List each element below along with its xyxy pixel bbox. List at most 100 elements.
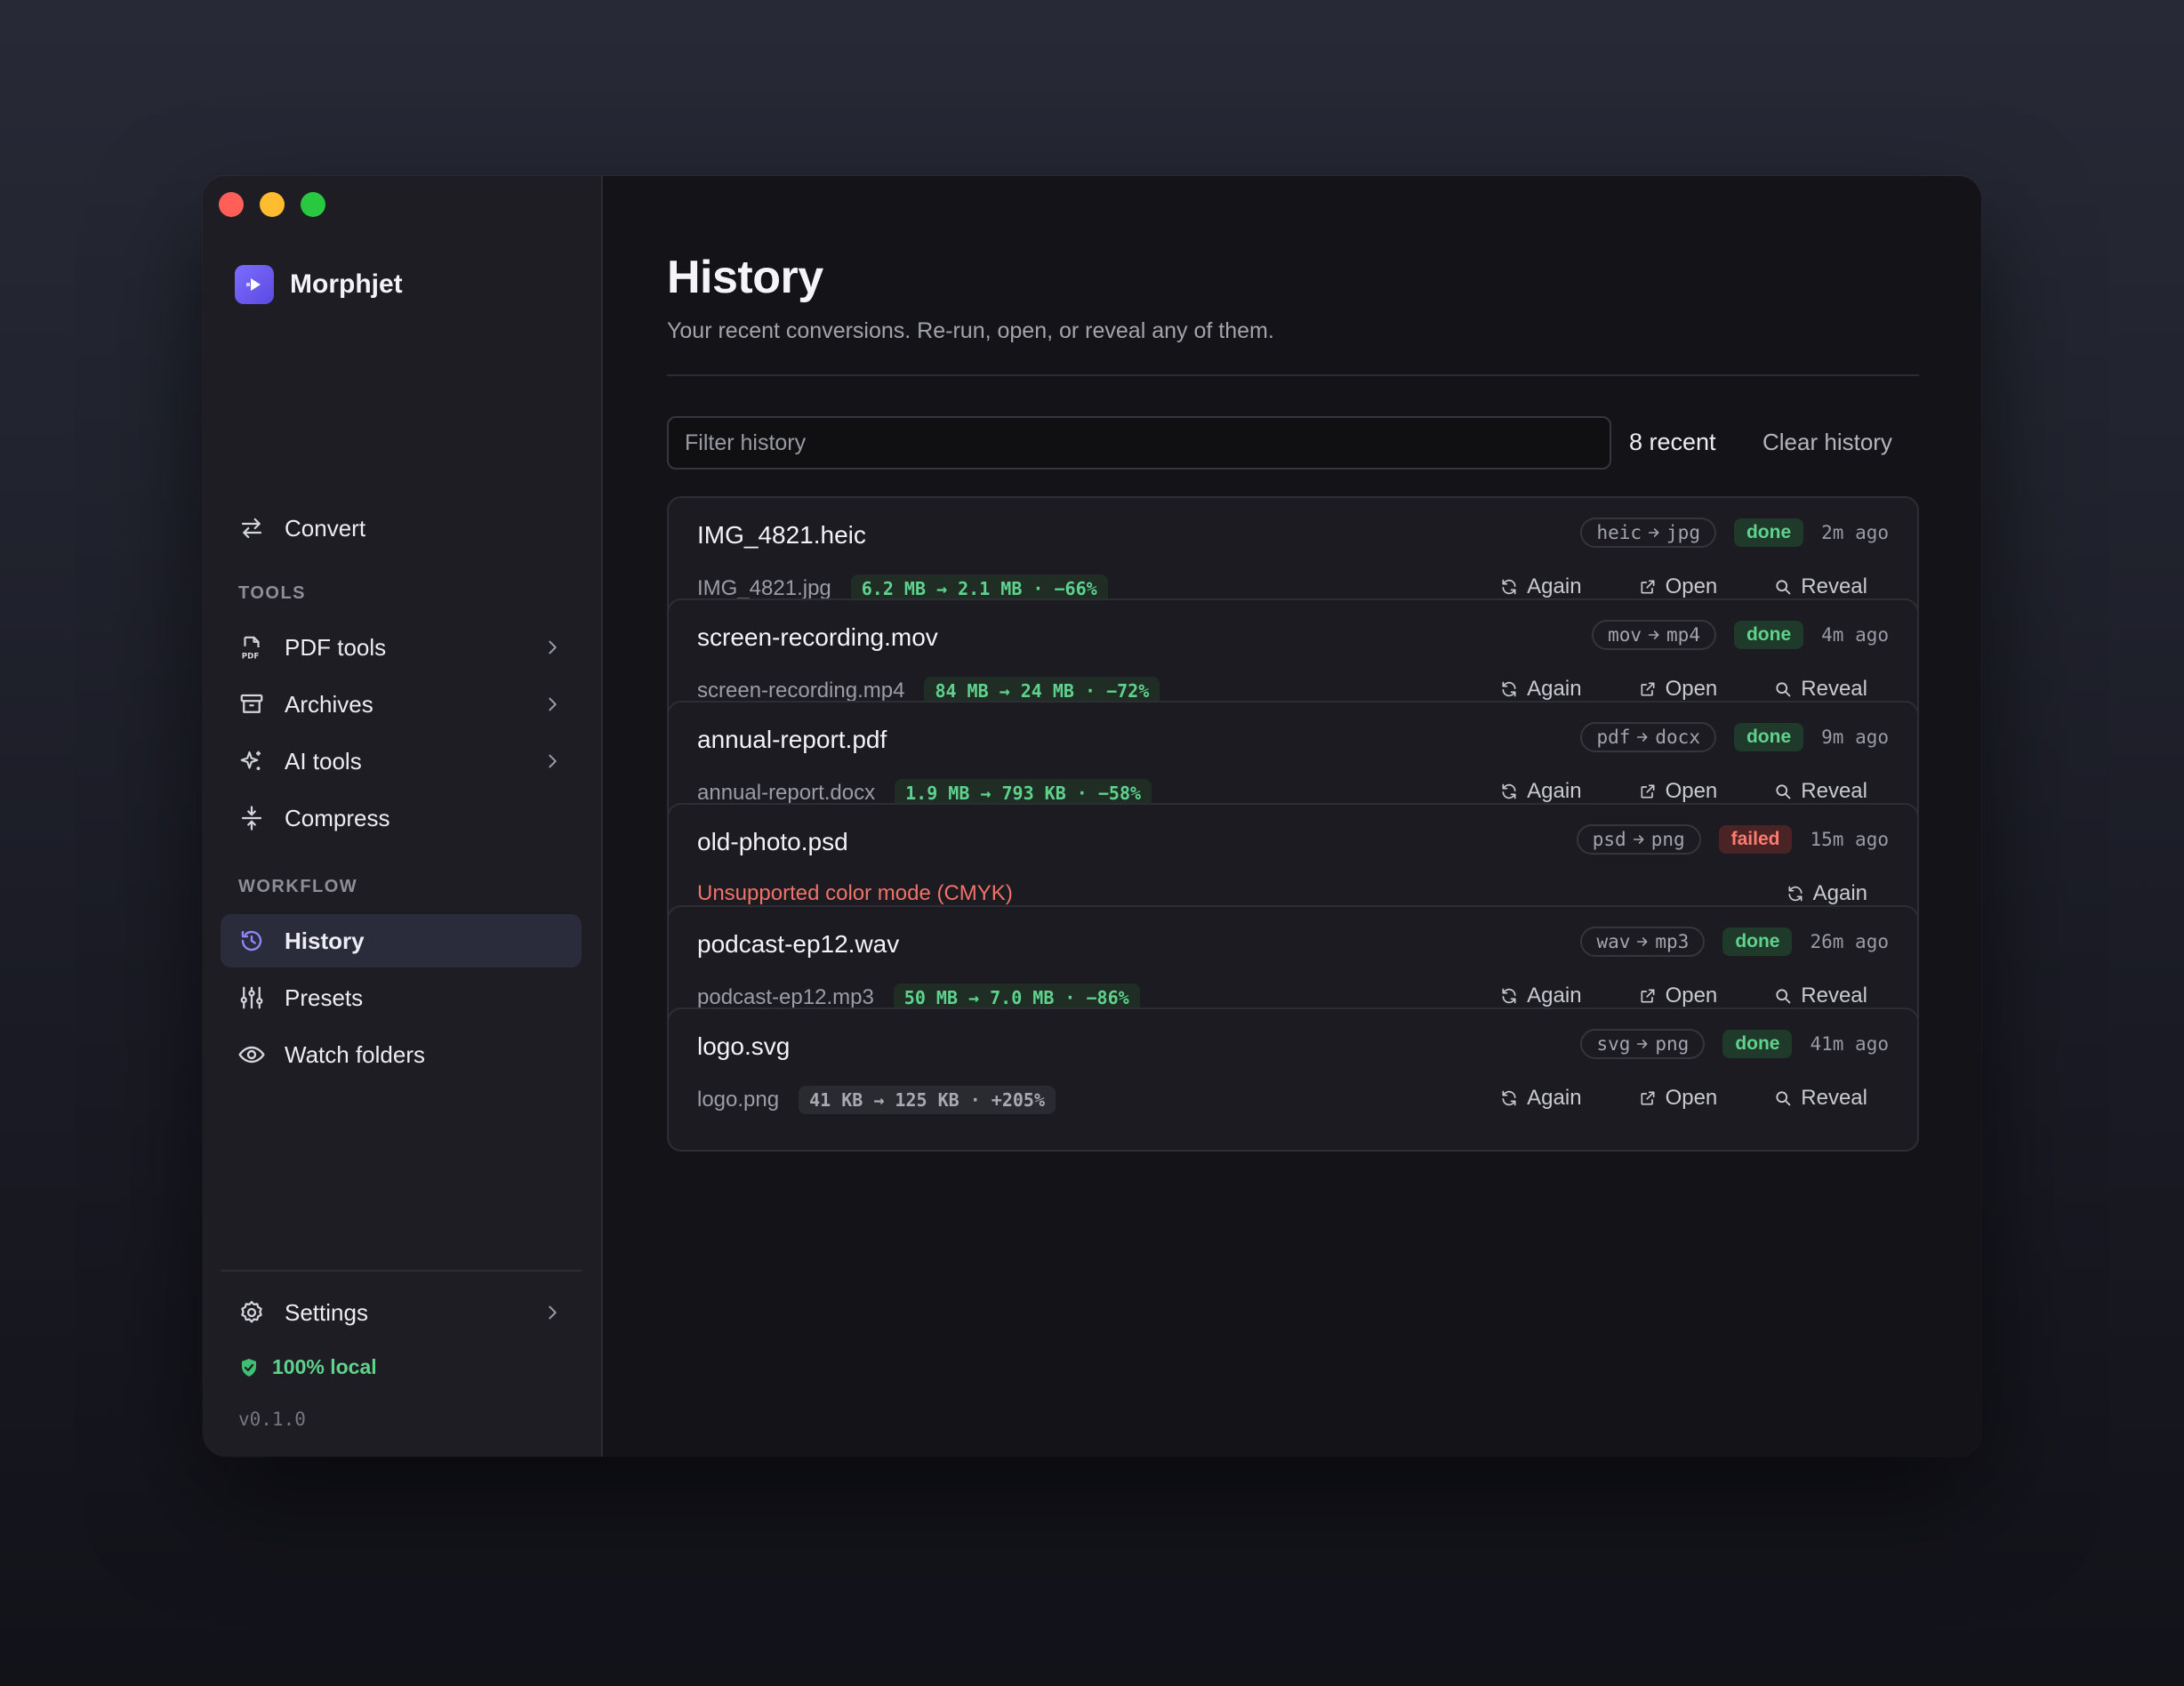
external-link-icon	[1639, 783, 1657, 800]
workflow-section-label: WORKFLOW	[238, 877, 358, 896]
timestamp: 41m ago	[1810, 1033, 1889, 1055]
from-format: wav	[1596, 931, 1631, 952]
again-button[interactable]: Again	[1787, 881, 1867, 906]
recent-count: 8 recent	[1629, 429, 1716, 455]
again-label: Again	[1527, 984, 1582, 1008]
sidebar-item-compress[interactable]: Compress	[221, 791, 582, 845]
timestamp: 15m ago	[1810, 829, 1889, 850]
again-label: Again	[1527, 677, 1582, 701]
history-icon	[237, 926, 267, 956]
open-button[interactable]: Open	[1639, 574, 1717, 599]
open-label: Open	[1665, 984, 1718, 1008]
source-filename: old-photo.psd	[697, 828, 848, 855]
external-link-icon	[1639, 680, 1657, 698]
status-badge: done	[1733, 723, 1804, 751]
sidebar-item-convert[interactable]: Convert	[221, 502, 582, 555]
status-badge: done	[1733, 621, 1804, 649]
history-card[interactable]: logo.svg svg png done 41m ago logo.png 4…	[667, 1008, 1919, 1152]
sidebar-item-settings[interactable]: Settings	[221, 1286, 582, 1339]
again-button[interactable]: Again	[1500, 1086, 1582, 1111]
open-button[interactable]: Open	[1639, 1086, 1718, 1111]
arrow-right-icon	[1647, 628, 1661, 642]
sliders-icon	[237, 983, 267, 1013]
clear-history-button[interactable]: Clear history	[1762, 429, 1892, 456]
reveal-button[interactable]: Reveal	[1774, 984, 1867, 1008]
external-link-icon	[1639, 578, 1657, 596]
conversion-format-pill: svg png	[1580, 1029, 1706, 1059]
open-label: Open	[1665, 1086, 1718, 1110]
output-filename: logo.png	[697, 1088, 780, 1112]
local-status-label: 100% local	[272, 1355, 377, 1378]
reveal-button[interactable]: Reveal	[1774, 779, 1867, 804]
to-format: mp4	[1666, 624, 1700, 646]
search-icon	[1774, 1089, 1792, 1107]
minimize-window-button[interactable]	[260, 192, 285, 217]
swap-icon	[237, 513, 267, 543]
close-window-button[interactable]	[219, 192, 244, 217]
source-filename: annual-report.pdf	[697, 726, 887, 753]
chevron-right-icon	[549, 697, 557, 711]
arrow-right-icon	[1632, 832, 1646, 847]
sidebar: Morphjet Convert TOOLS PDF PDF tools Arc…	[203, 176, 603, 1457]
sidebar-item-label: PDF tools	[285, 633, 387, 661]
open-button[interactable]: Open	[1639, 984, 1718, 1008]
search-icon	[1774, 680, 1792, 698]
tools-section-label: TOOLS	[238, 583, 307, 603]
sidebar-item-label: Archives	[285, 690, 373, 718]
reveal-button[interactable]: Reveal	[1774, 574, 1867, 599]
open-button[interactable]: Open	[1639, 779, 1718, 804]
refresh-icon	[1500, 987, 1518, 1005]
sidebar-item-watch-folders[interactable]: Watch folders	[221, 1028, 582, 1081]
sidebar-item-history[interactable]: History	[221, 914, 582, 967]
sidebar-item-archives[interactable]: Archives	[221, 678, 582, 731]
again-button[interactable]: Again	[1500, 677, 1582, 702]
filter-history-input[interactable]	[667, 416, 1611, 470]
refresh-icon	[1500, 578, 1518, 596]
status-badge: done	[1722, 1030, 1793, 1058]
chevron-right-icon	[549, 1305, 557, 1320]
external-link-icon	[1639, 987, 1657, 1005]
again-button[interactable]: Again	[1500, 779, 1582, 804]
pdf-icon: PDF	[237, 632, 267, 662]
main-panel: History Your recent conversions. Re-run,…	[603, 176, 1981, 1457]
status-badge: done	[1733, 518, 1804, 547]
open-label: Open	[1665, 677, 1718, 701]
refresh-icon	[1500, 783, 1518, 800]
again-label: Again	[1527, 1086, 1582, 1110]
gear-icon	[237, 1297, 267, 1328]
status-badge: failed	[1718, 825, 1793, 854]
source-filename: logo.svg	[697, 1032, 791, 1060]
sidebar-item-label: Convert	[285, 514, 366, 542]
reveal-label: Reveal	[1801, 984, 1867, 1008]
conversion-format-pill: psd png	[1576, 824, 1701, 855]
reveal-button[interactable]: Reveal	[1774, 1086, 1867, 1111]
refresh-icon	[1500, 1089, 1518, 1107]
again-button[interactable]: Again	[1500, 984, 1582, 1008]
sidebar-item-presets[interactable]: Presets	[221, 971, 582, 1024]
local-status-badge: 100% local	[238, 1355, 377, 1379]
output-filename: IMG_4821.jpg	[697, 576, 831, 600]
arrow-right-icon	[1635, 1037, 1650, 1051]
search-icon	[1774, 783, 1792, 800]
sidebar-item-pdf-tools[interactable]: PDF PDF tools	[221, 621, 582, 674]
app-logo-icon	[235, 265, 274, 304]
sidebar-divider	[221, 1270, 582, 1272]
sidebar-item-ai-tools[interactable]: AI tools	[221, 735, 582, 788]
search-icon	[1774, 578, 1792, 596]
reveal-label: Reveal	[1801, 779, 1867, 803]
arrow-right-icon	[1635, 730, 1650, 744]
arrow-right-icon	[1647, 526, 1661, 540]
archive-icon	[237, 689, 267, 719]
maximize-window-button[interactable]	[301, 192, 325, 217]
open-button[interactable]: Open	[1639, 677, 1718, 702]
to-format: mp3	[1655, 931, 1690, 952]
sidebar-item-label: Compress	[285, 804, 390, 831]
conversion-format-pill: mov mp4	[1592, 620, 1716, 650]
search-icon	[1774, 987, 1792, 1005]
reveal-button[interactable]: Reveal	[1774, 677, 1867, 702]
arrow-right-icon	[1635, 935, 1650, 949]
chevron-right-icon	[549, 754, 557, 768]
open-label: Open	[1665, 779, 1718, 803]
again-button[interactable]: Again	[1500, 574, 1582, 599]
size-change-badge: 41 KB → 125 KB · +205%	[799, 1086, 1056, 1114]
